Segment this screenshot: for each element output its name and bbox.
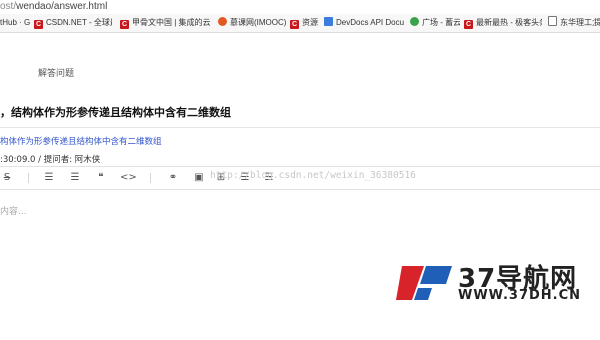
editor-placeholder[interactable]: 内容... <box>0 204 27 217</box>
site-logo: 37导航网 WWW.37DH.CN <box>396 258 596 308</box>
strikethrough-icon[interactable]: S <box>0 167 14 189</box>
doc-icon <box>548 16 557 26</box>
divider <box>0 127 600 128</box>
csdn-icon: C <box>290 20 299 29</box>
logo-mark-icon <box>396 266 452 300</box>
unordered-list-icon[interactable]: ☰ <box>68 167 82 189</box>
address-bar[interactable]: ost/wendao/answer.html <box>0 0 600 14</box>
imooc-icon <box>218 17 227 26</box>
breadcrumb: 解答问题 <box>38 69 75 79</box>
toolbar-separator <box>150 173 151 183</box>
quote-icon[interactable]: ❝ <box>94 167 108 189</box>
bookmarks-bar: tHub · G C CSDN.NET - 全球最 C 甲骨文中国 | 集成的云 慕… <box>0 14 600 33</box>
bookmark-item[interactable]: DevDocs API Docum <box>324 14 404 32</box>
bookmark-item[interactable]: 慕课网(IMOOC)-程序 <box>218 14 286 32</box>
question-meta: :30:09.0 / 提问者: 阿木侠 <box>0 155 101 165</box>
bookmark-item[interactable]: 提 <box>594 14 600 32</box>
bookmark-item[interactable]: tHub · G <box>0 14 30 32</box>
cloud-icon <box>410 17 419 26</box>
ordered-list-icon[interactable]: ☰ <box>42 167 56 189</box>
bookmark-item[interactable]: C CSDN.NET - 全球最 <box>34 14 112 32</box>
devdocs-icon <box>324 17 333 26</box>
watermark-text: http://blog.csdn.net/weixin_36380516 <box>210 170 416 181</box>
bookmark-item[interactable]: C 资源 <box>290 14 320 32</box>
image-icon[interactable]: ▣ <box>192 167 206 189</box>
bookmark-item[interactable]: C 最新最热 - 极客头条 <box>464 14 542 32</box>
link-icon[interactable]: ⚭ <box>166 167 180 189</box>
code-icon[interactable]: <> <box>120 167 137 189</box>
oracle-icon: C <box>120 20 129 29</box>
question-title: ，结构体作为形参传递且结构体中含有二维数组 <box>0 106 231 119</box>
bookmark-item[interactable]: 广场 - 蓄云 <box>410 14 460 32</box>
url-text: ost/wendao/answer.html <box>0 1 108 12</box>
csdn-icon: C <box>464 20 473 29</box>
bookmark-item[interactable]: 东华理工大学 <box>548 14 594 32</box>
question-link[interactable]: 构体作为形参传递且结构体中含有二维数组 <box>0 135 162 147</box>
bookmark-item[interactable]: C 甲骨文中国 | 集成的云 <box>120 14 212 32</box>
toolbar-separator <box>28 173 29 183</box>
logo-url: WWW.37DH.CN <box>458 288 582 303</box>
csdn-icon: C <box>34 20 43 29</box>
